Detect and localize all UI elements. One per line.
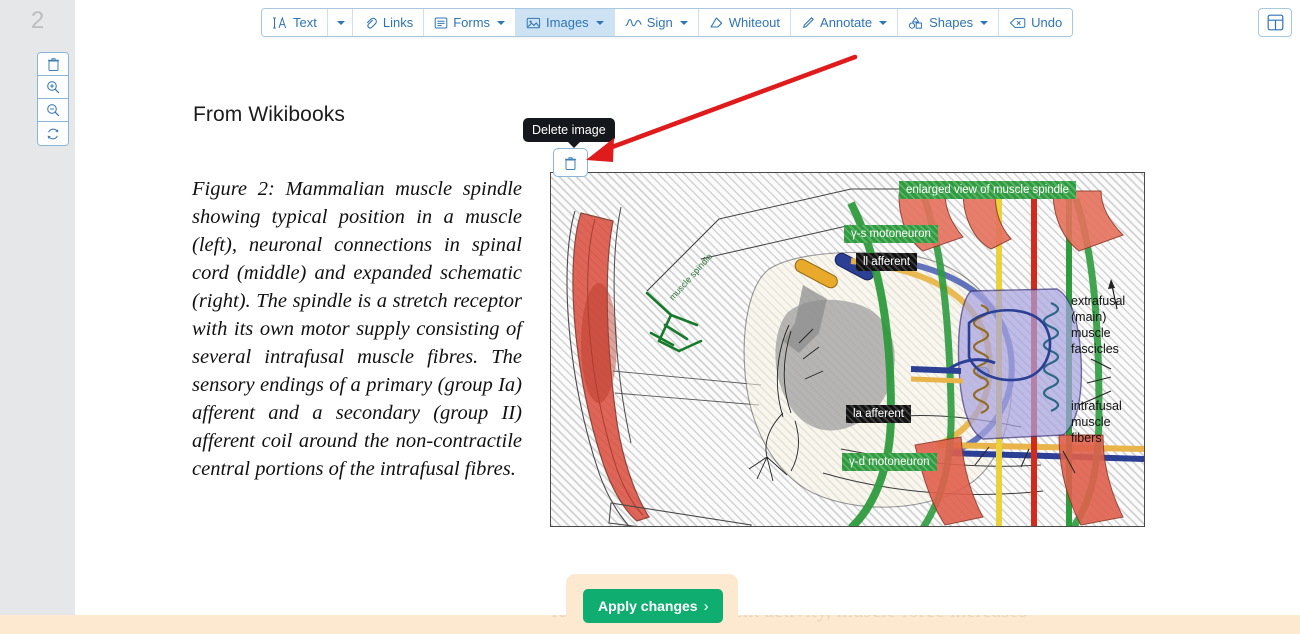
svg-text:muscle spindle: muscle spindle <box>667 251 714 302</box>
shapes-icon <box>908 16 924 30</box>
document-page: From Wikibooks Figure 2: Mammalian muscl… <box>75 0 1300 615</box>
toolbar-item-text[interactable]: Text <box>262 9 328 36</box>
figure-label-ii-afferent: ll afferent <box>856 253 918 271</box>
toolbar-label-text: Text <box>293 15 317 30</box>
toolbar-label-shapes: Shapes <box>929 15 974 30</box>
refresh-icon <box>47 128 59 139</box>
figure-label-gamma-s-motoneuron: γ-s motoneuron <box>844 225 938 243</box>
toolbar-item-shapes[interactable]: Shapes <box>898 9 1000 36</box>
toolbar-item-undo[interactable]: Undo <box>999 9 1073 36</box>
delete-page-button[interactable] <box>38 53 68 76</box>
figure-label-gamma-d-motoneuron: γ-d motoneuron <box>842 453 937 471</box>
app-root: From Wikibooks Figure 2: Mammalian muscl… <box>0 0 1300 634</box>
delete-image-tooltip: Delete image <box>523 118 615 148</box>
chevron-right-icon: › <box>703 597 709 615</box>
grid-panel-icon <box>1267 14 1283 31</box>
link-icon <box>363 16 378 30</box>
signature-icon <box>625 16 642 30</box>
toolbar-item-whiteout[interactable]: Whiteout <box>698 9 792 36</box>
apply-changes-button[interactable]: Apply changes › <box>583 589 723 623</box>
toolbar-item-annotate[interactable]: Annotate <box>791 9 899 36</box>
figure-label-intrafusal: intrafusal muscle fibers <box>1071 399 1122 445</box>
toolbar-label-links: Links <box>382 15 414 30</box>
figure-label-extrafusal: extrafusal (main) muscle fascicles <box>1071 294 1126 356</box>
left-sidebar: 2 <box>0 0 75 615</box>
toolbar-label-forms: Forms <box>453 15 491 30</box>
toolbar-label-sign: Sign <box>646 15 673 30</box>
figure-label-enlarged-view: enlarged view of muscle spindle <box>899 181 1077 199</box>
figure-image[interactable]: muscle spindle enlarged view of muscle s… <box>550 172 1145 527</box>
toolbar-item-sign[interactable]: Sign <box>614 9 699 36</box>
chevron-down-icon <box>879 20 888 25</box>
toolbar-item-forms[interactable]: Forms <box>424 9 517 36</box>
page-right-margin <box>1282 0 1300 615</box>
image-icon <box>526 16 541 30</box>
toolbar-label-undo: Undo <box>1031 15 1063 30</box>
editor-toolbar: Text Links Forms Images Sign Whiteout An… <box>261 8 1074 37</box>
zoom-in-button[interactable] <box>38 76 68 99</box>
zoom-in-icon <box>47 81 60 94</box>
trash-icon <box>47 58 59 71</box>
page-heading: From Wikibooks <box>193 103 345 126</box>
delete-image-button[interactable] <box>553 148 588 177</box>
toolbar-item-images[interactable]: Images <box>516 9 615 36</box>
zoom-out-button[interactable] <box>38 99 68 122</box>
panel-layout-button[interactable] <box>1258 8 1292 37</box>
figure-caption: Figure 2: Mammalian muscle spindle showi… <box>192 178 522 480</box>
rotate-page-button[interactable] <box>38 122 68 145</box>
forms-icon <box>434 16 448 30</box>
chevron-down-icon <box>336 20 345 25</box>
undo-icon <box>1009 16 1026 30</box>
eraser-icon <box>709 16 724 30</box>
toolbar-item-links[interactable]: Links <box>352 9 425 36</box>
toolbar-label-annotate: Annotate <box>820 15 873 30</box>
trash-icon <box>565 156 576 170</box>
figure-label-ia-afferent: la afferent <box>846 405 911 423</box>
zoom-out-icon <box>47 104 60 117</box>
page-number-label: 2 <box>30 7 45 34</box>
text-ia-icon <box>272 15 288 30</box>
apply-changes-label: Apply changes <box>598 598 698 614</box>
chevron-down-icon <box>497 20 506 25</box>
toolbar-label-images: Images <box>546 15 589 30</box>
pen-icon <box>801 16 815 30</box>
toolbar-item-text-dropdown[interactable] <box>327 9 353 36</box>
toolbar-label-whiteout: Whiteout <box>728 15 781 30</box>
page-tools-group <box>37 52 69 146</box>
chevron-down-icon <box>595 20 604 25</box>
chevron-down-icon <box>980 20 989 25</box>
chevron-down-icon <box>679 20 688 25</box>
